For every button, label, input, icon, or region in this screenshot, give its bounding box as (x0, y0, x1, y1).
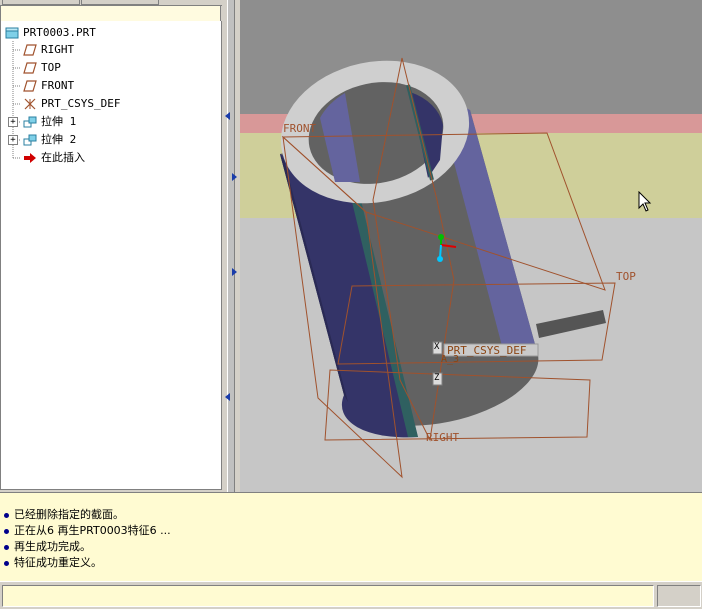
model-scene (240, 0, 702, 492)
extrude-icon (23, 116, 37, 128)
part-icon (5, 27, 19, 39)
tree-node-label: 在此插入 (41, 151, 85, 164)
front-plane-label: FRONT (283, 122, 317, 135)
collapse-left-arrow-icon[interactable] (225, 393, 230, 401)
tree-node-label: FRONT (41, 79, 75, 92)
expand-right-arrow-icon[interactable] (232, 173, 237, 181)
expand-toggle[interactable]: + (8, 117, 18, 127)
status-filter-field[interactable] (657, 585, 701, 607)
pane-splitter[interactable] (222, 0, 240, 492)
model-tree-filter-bar[interactable] (0, 5, 221, 22)
tree-node-label: RIGHT (41, 43, 75, 56)
mouse-pointer-icon (638, 191, 652, 212)
message-line: 正在从6 再生PRT0003特征6 ... (4, 523, 171, 538)
csys-icon (24, 98, 36, 110)
model-tree: PRT0003.PRT RIGHT TOP FRONT PRT_CSYS_DEF… (0, 21, 222, 490)
bullet-icon (4, 544, 9, 550)
tree-node-label: TOP (41, 61, 61, 74)
expand-toggle[interactable]: + (8, 135, 18, 145)
message-text: 再生成功完成。 (14, 540, 91, 553)
datum-plane-icon (23, 80, 37, 92)
tree-node-label: 拉伸 2 (41, 133, 77, 146)
bullet-icon (4, 528, 9, 534)
bullet-icon (4, 512, 9, 518)
message-text: 已经删除指定的截面。 (14, 508, 124, 521)
right-plane-label: RIGHT (426, 431, 460, 444)
message-line: 再生成功完成。 (4, 539, 91, 554)
tree-node-label: PRT_CSYS_DEF (41, 97, 121, 110)
tree-node-label: PRT0003.PRT (23, 26, 96, 39)
top-plane-label: TOP (616, 270, 636, 283)
axis-label: A_3 (441, 354, 460, 365)
expand-right-arrow-icon[interactable] (232, 268, 237, 276)
insert-here-arrow-icon (24, 153, 36, 163)
message-line: 特征成功重定义。 (4, 555, 102, 570)
csys-z-label: Z (434, 373, 440, 383)
status-message-field (2, 585, 654, 607)
datum-plane-icon (23, 62, 37, 74)
csys-x-label: X (434, 342, 440, 352)
graphics-viewport[interactable]: FRONT TOP RIGHT PRT_CSYS_DEF A_3 X Z (240, 0, 702, 492)
message-text: 特征成功重定义。 (14, 556, 102, 569)
splitter-bar[interactable] (227, 0, 235, 492)
message-line: 已经删除指定的截面。 (4, 507, 124, 522)
message-text: 正在从6 再生PRT0003特征6 ... (14, 524, 171, 537)
status-bar (0, 581, 702, 609)
collapse-left-arrow-icon[interactable] (225, 112, 230, 120)
datum-plane-icon (23, 44, 37, 56)
extrude-icon (23, 134, 37, 146)
message-area: 已经删除指定的截面。 正在从6 再生PRT0003特征6 ... 再生成功完成。… (0, 492, 702, 581)
tree-node-label: 拉伸 1 (41, 115, 77, 128)
bullet-icon (4, 560, 9, 566)
